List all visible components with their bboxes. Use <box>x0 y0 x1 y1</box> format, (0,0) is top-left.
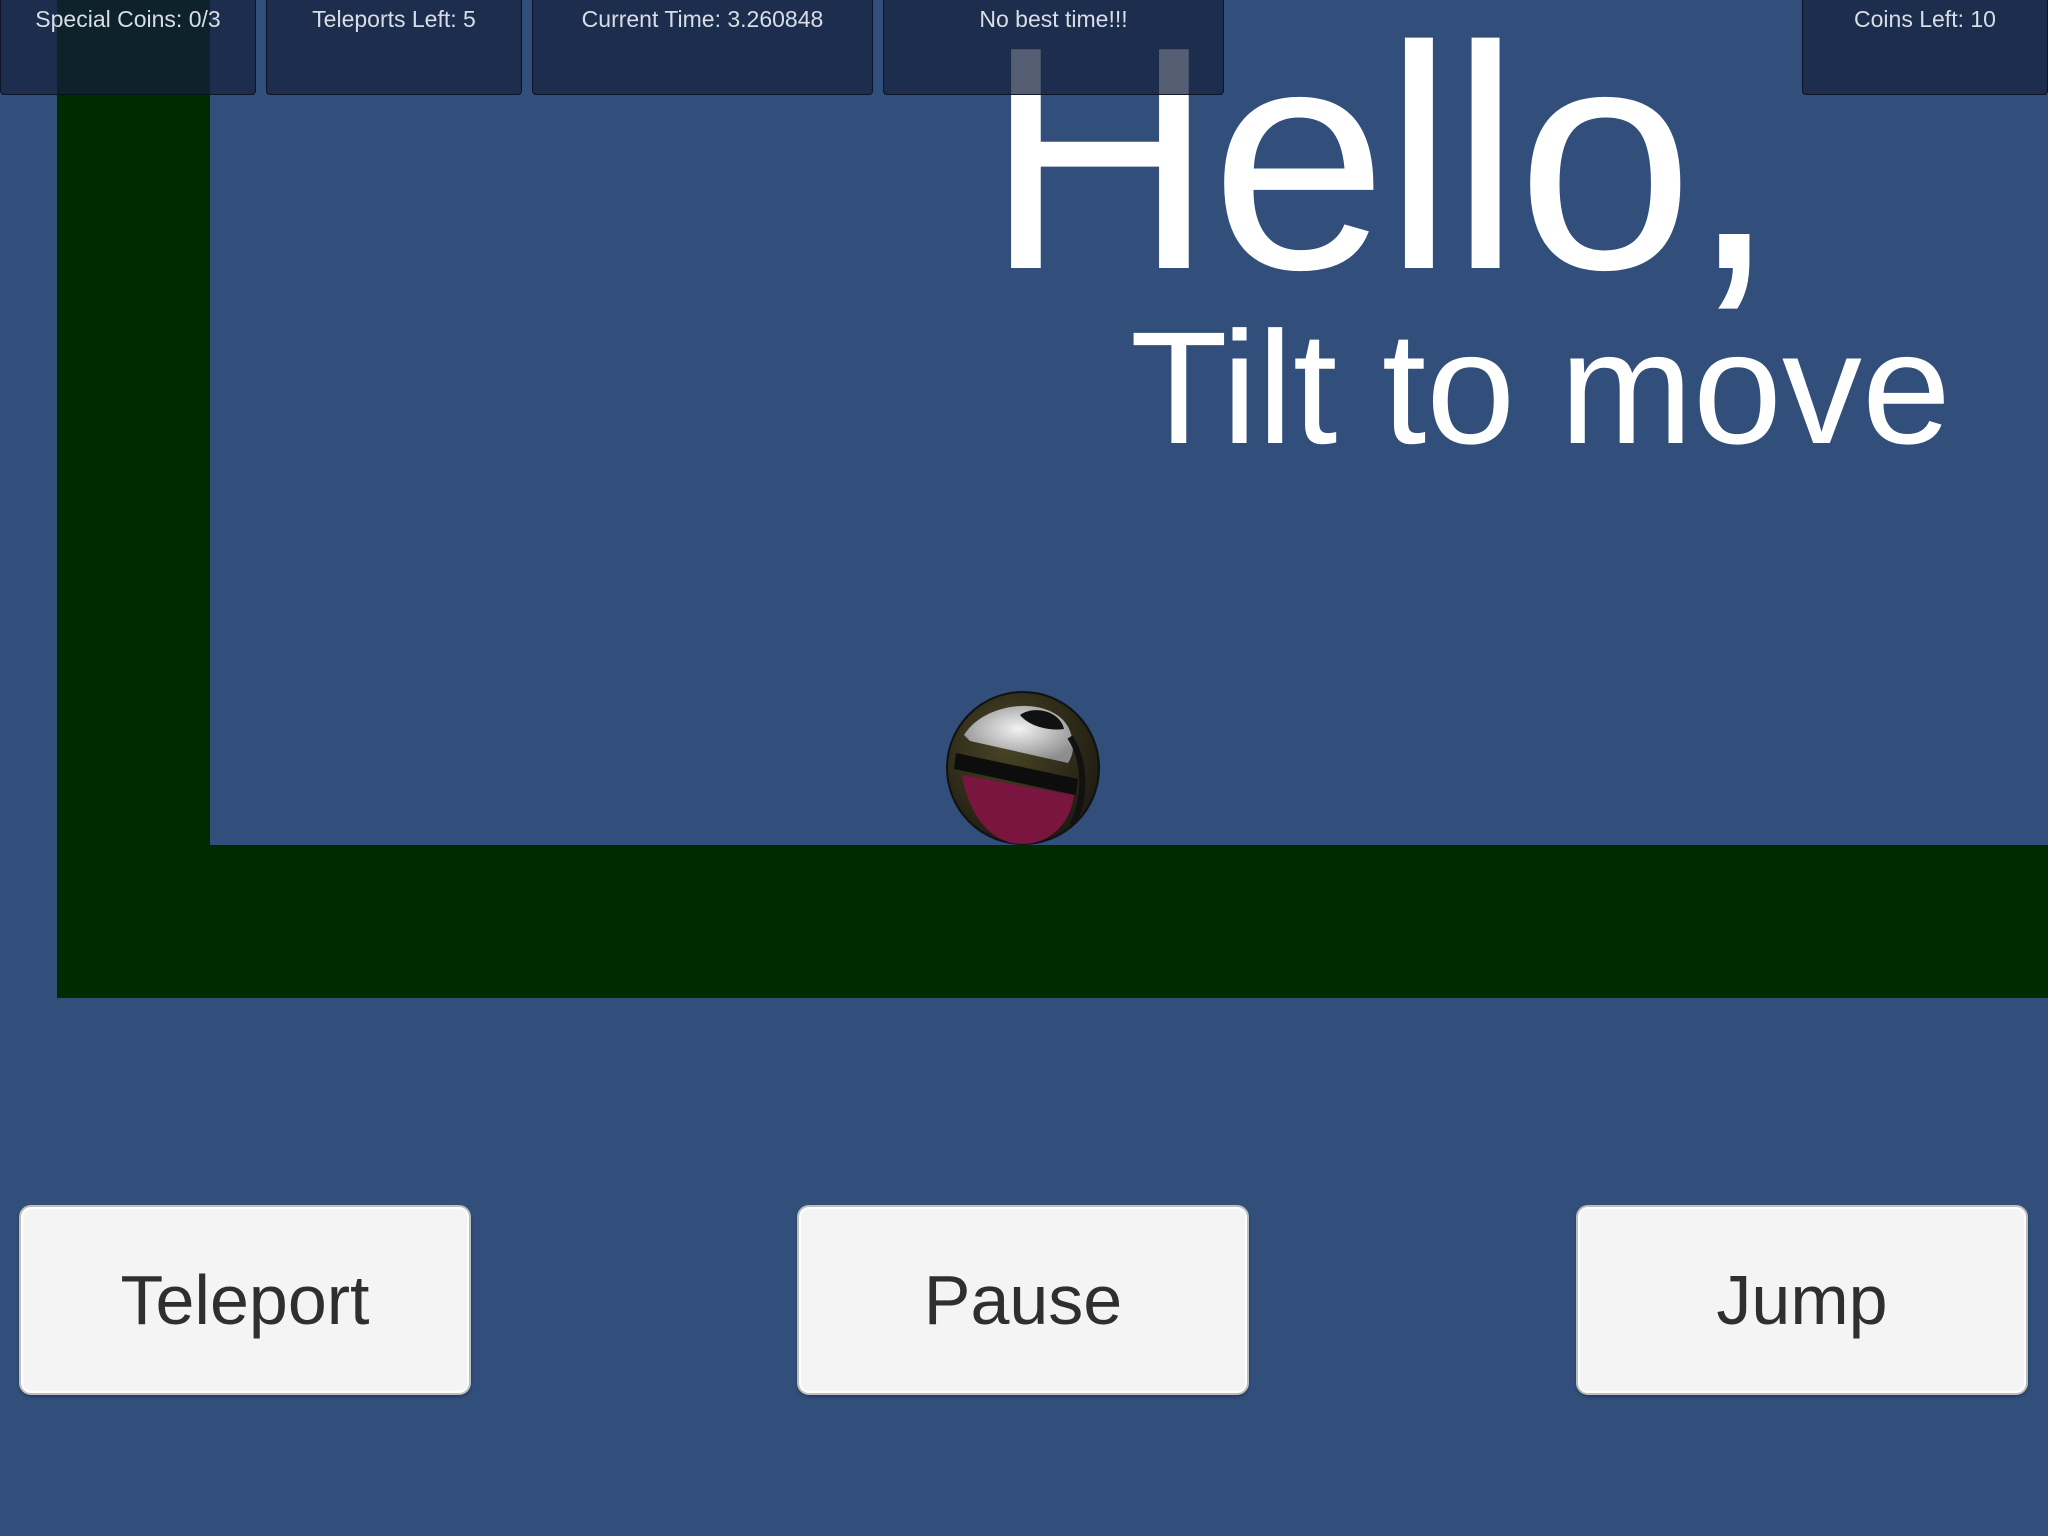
pause-button[interactable]: Pause <box>797 1205 1249 1395</box>
ball-icon <box>946 691 1100 845</box>
teleport-button[interactable]: Teleport <box>19 1205 471 1395</box>
coins-left-counter: Coins Left: 10 <box>1802 0 2048 95</box>
current-time-display: Current Time: 3.260848 <box>532 0 873 95</box>
special-coins-counter: Special Coins: 0/3 <box>0 0 256 95</box>
player-ball <box>946 691 1100 845</box>
teleports-left-counter: Teleports Left: 5 <box>266 0 522 95</box>
best-time-display: No best time!!! <box>883 0 1224 95</box>
wall-floor <box>57 845 2048 998</box>
jump-button[interactable]: Jump <box>1576 1205 2028 1395</box>
game-scene: Hello, Tilt to move Special Coins: 0/3 T… <box>0 0 2048 1536</box>
instruction-text: Tilt to move <box>1130 298 1951 477</box>
